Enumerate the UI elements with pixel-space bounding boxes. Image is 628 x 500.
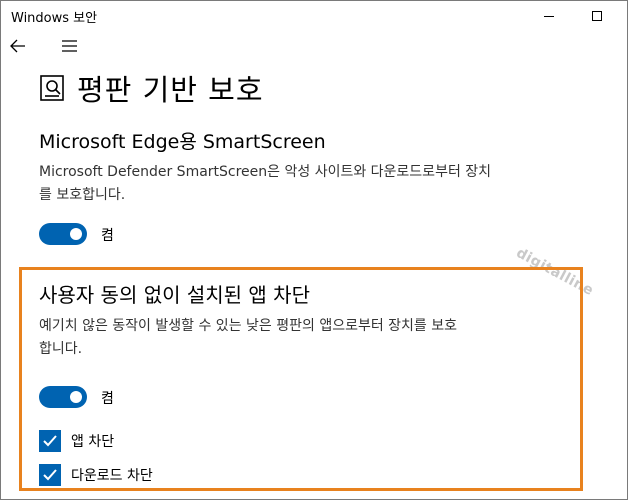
block-apps-option[interactable]: 앱 차단 xyxy=(39,430,114,452)
window-title: Windows 보안 xyxy=(11,11,98,26)
menu-button[interactable] xyxy=(57,33,83,59)
smartscreen-description: Microsoft Defender SmartScreen은 악성 사이트와 … xyxy=(39,161,491,207)
pua-block-title: 사용자 동의 없이 설치된 앱 차단 xyxy=(39,283,310,307)
pua-block-description: 예기치 않은 동작이 발생할 수 있는 낮은 평판의 앱으로부터 장치를 보호 … xyxy=(39,315,457,361)
page-header: 평판 기반 보호 xyxy=(39,67,264,109)
checkmark-icon xyxy=(43,469,57,481)
title-bar: Windows 보안 xyxy=(1,1,627,31)
hamburger-menu-icon xyxy=(62,40,77,52)
back-button[interactable] xyxy=(5,33,33,59)
reputation-shield-icon xyxy=(40,75,64,101)
smartscreen-toggle[interactable] xyxy=(39,223,87,245)
toggle-knob xyxy=(70,228,82,240)
minimize-button[interactable] xyxy=(529,1,569,31)
block-downloads-label: 다운로드 차단 xyxy=(71,468,153,484)
maximize-icon xyxy=(592,11,602,21)
pua-block-toggle-label: 켬 xyxy=(101,391,114,407)
block-apps-checkbox[interactable] xyxy=(39,430,61,452)
toggle-knob xyxy=(70,391,82,403)
pua-block-toggle[interactable] xyxy=(39,386,87,408)
minimize-icon xyxy=(544,15,554,17)
app-window: Windows 보안 평판 기반 보호 Microsoft Edge용 Smar… xyxy=(0,0,628,500)
smartscreen-description-line1: Microsoft Defender SmartScreen은 악성 사이트와 … xyxy=(39,164,492,180)
smartscreen-title: Microsoft Edge용 SmartScreen xyxy=(39,131,326,153)
maximize-button[interactable] xyxy=(577,1,617,31)
pua-block-description-line2: 합니다. xyxy=(39,341,83,357)
pua-block-description-line1: 예기치 않은 동작이 발생할 수 있는 낮은 평판의 앱으로부터 장치를 보호 xyxy=(39,318,458,334)
smartscreen-toggle-label: 켬 xyxy=(101,228,114,244)
block-apps-label: 앱 차단 xyxy=(71,434,115,450)
back-arrow-icon xyxy=(10,39,25,53)
page-title: 평판 기반 보호 xyxy=(77,73,264,107)
block-downloads-checkbox[interactable] xyxy=(39,464,61,486)
block-downloads-option[interactable]: 다운로드 차단 xyxy=(39,464,153,486)
checkmark-icon xyxy=(43,435,57,447)
smartscreen-description-line2: 를 보호합니다. xyxy=(39,187,126,203)
